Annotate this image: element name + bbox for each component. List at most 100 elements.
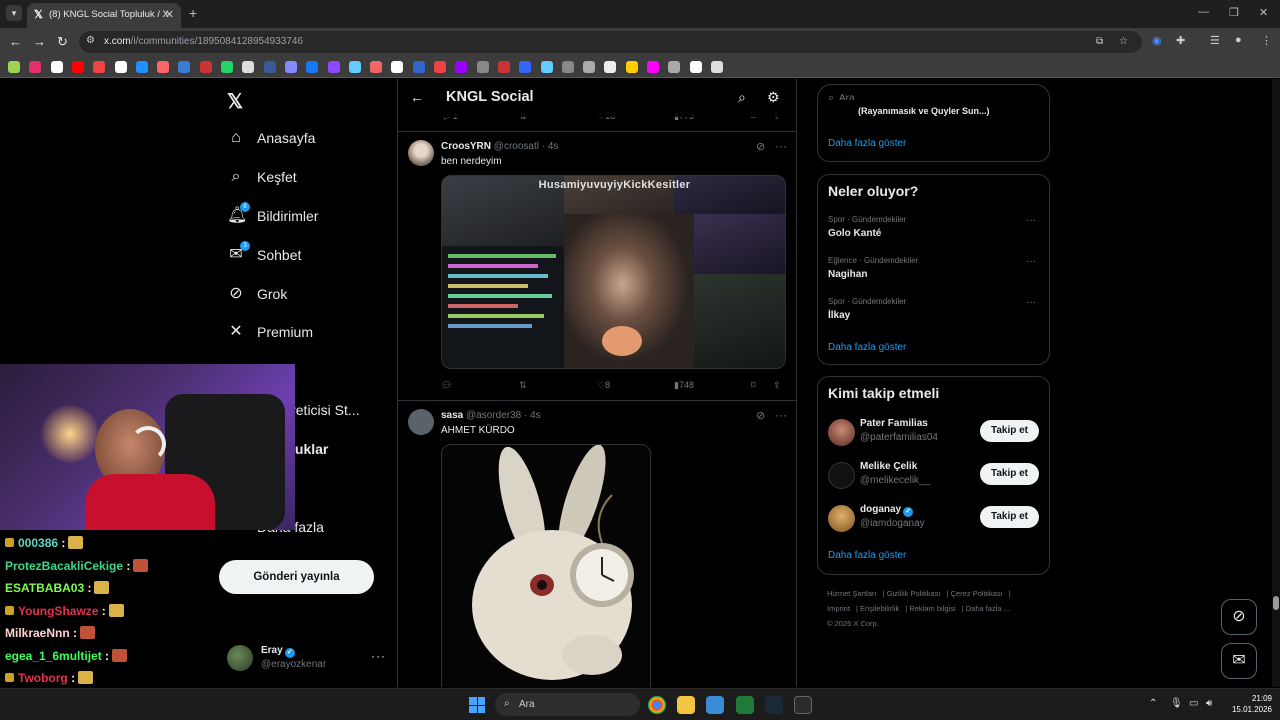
nav-item-messages[interactable]: ✉ 3 Sohbet xyxy=(227,241,301,267)
chrome-icon[interactable] xyxy=(648,696,666,714)
browser-menu-icon[interactable]: ⋮ xyxy=(1261,34,1272,47)
bookmark-favicon-icon[interactable] xyxy=(497,61,510,73)
trend-name[interactable]: Golo Kanté xyxy=(828,228,881,239)
bookmark-star-icon[interactable]: ☆ xyxy=(1119,36,1128,47)
trend-category[interactable]: Spor · Gündemdekiler xyxy=(828,297,906,306)
reply-icon[interactable]: 💬︎ xyxy=(441,380,452,391)
suggested-user-name[interactable]: Melike Çelik xyxy=(860,461,917,472)
page-scrollbar[interactable] xyxy=(1272,79,1280,687)
bookmark-favicon-icon[interactable] xyxy=(625,61,638,73)
bookmark-favicon-icon[interactable] xyxy=(391,61,404,73)
bookmark-favicon-icon[interactable] xyxy=(221,61,233,73)
back-arrow-icon[interactable]: ← xyxy=(9,34,22,49)
avatar[interactable] xyxy=(408,140,434,166)
tab-close-icon[interactable]: ✕ xyxy=(165,8,174,21)
avatar[interactable] xyxy=(828,505,855,532)
bookmark-favicon-icon[interactable] xyxy=(8,61,20,73)
follow-button[interactable]: Takip et xyxy=(980,420,1039,442)
tweet[interactable]: sasa @asorder38 · 4s ⊘ ··· AHMET KÜRDO xyxy=(398,408,796,687)
nav-item-explore[interactable]: ⌕ Keşfet xyxy=(227,165,297,189)
tray-chevron-icon[interactable]: ⌃ xyxy=(1149,698,1157,709)
grok-explain-icon[interactable]: ⊘ xyxy=(756,140,765,153)
show-more-link[interactable]: Daha fazla göster xyxy=(828,550,906,561)
network-icon[interactable]: ▭ xyxy=(1189,698,1198,709)
grok-explain-icon[interactable]: ⊘ xyxy=(756,409,765,422)
bookmark-favicon-icon[interactable] xyxy=(178,61,191,73)
forward-arrow-icon[interactable]: → xyxy=(33,34,46,49)
more-dots-icon[interactable]: ··· xyxy=(371,649,386,663)
footer-link-privacy[interactable]: Gizlilik Politikası xyxy=(887,589,941,598)
minimize-icon[interactable]: — xyxy=(1198,6,1209,18)
bookmark-favicon-icon[interactable] xyxy=(370,61,383,73)
restore-icon[interactable]: ❐ xyxy=(1229,6,1239,19)
bookmark-favicon-icon[interactable] xyxy=(348,61,361,73)
grok-float-icon[interactable]: ⊘ xyxy=(1221,599,1257,635)
url-text[interactable]: x.com/i/communities/1895084128954933746 xyxy=(104,36,303,47)
photos-icon[interactable] xyxy=(706,696,724,714)
new-tab-button[interactable]: + xyxy=(189,5,197,21)
site-info-icon[interactable]: ⚙ xyxy=(86,35,95,46)
close-window-icon[interactable]: ✕ xyxy=(1259,6,1268,19)
more-dots-icon[interactable]: ··· xyxy=(1026,215,1036,226)
footer-link-accessibility[interactable]: Erişilebilirlik xyxy=(860,604,899,613)
tweet-time[interactable]: 4s xyxy=(530,410,541,421)
bookmark-favicon-icon[interactable] xyxy=(50,61,63,73)
bookmark-favicon-icon[interactable] xyxy=(540,61,553,73)
file-explorer-icon[interactable] xyxy=(677,696,695,714)
nav-item-grok[interactable]: ⊘ Grok xyxy=(227,282,287,306)
more-dots-icon[interactable]: ··· xyxy=(1026,297,1036,308)
messages-float-icon[interactable]: ✉ xyxy=(1221,643,1257,679)
tweet-time[interactable]: 4s xyxy=(548,141,559,152)
avatar[interactable] xyxy=(828,419,855,446)
follow-button[interactable]: Takip et xyxy=(980,463,1039,485)
suggested-user-name[interactable]: Pater Familias xyxy=(860,418,928,429)
bookmark-favicon-icon[interactable] xyxy=(114,61,127,73)
x-logo-icon[interactable]: 𝕏 xyxy=(227,89,243,114)
browser-tab-active[interactable]: 𝕏 (8) KNGL Social Topluluk / X ✕ xyxy=(27,3,181,28)
bookmark-favicon-icon[interactable] xyxy=(434,61,446,73)
tweet-author-name[interactable]: sasa xyxy=(441,410,463,421)
taskbar-search[interactable]: ⌕ Ara xyxy=(495,693,640,716)
more-dots-icon[interactable]: ··· xyxy=(1026,256,1036,267)
tweet-image[interactable] xyxy=(441,444,651,687)
volume-icon[interactable]: 🔊︎ xyxy=(1206,698,1212,709)
reload-icon[interactable]: ↻ xyxy=(57,34,68,50)
follow-button[interactable]: Takip et xyxy=(980,506,1039,528)
obs-icon[interactable] xyxy=(794,696,812,714)
bookmark-favicon-icon[interactable] xyxy=(412,61,425,73)
bookmark-favicon-icon[interactable] xyxy=(604,61,617,73)
tab-search-menu-button[interactable]: ▾ xyxy=(6,5,22,21)
bookmark-favicon-icon[interactable] xyxy=(284,61,297,73)
windows-start-icon[interactable] xyxy=(469,697,485,713)
bookmark-favicon-icon[interactable] xyxy=(93,61,106,73)
post-button[interactable]: Gönderi yayınla xyxy=(219,560,374,594)
bookmark-favicon-icon[interactable] xyxy=(29,61,42,73)
bookmark-favicon-icon[interactable] xyxy=(668,61,681,73)
nav-item-home[interactable]: ⌂ Anasayfa xyxy=(227,126,315,150)
show-more-link[interactable]: Daha fazla göster xyxy=(828,138,906,149)
bookmark-favicon-icon[interactable] xyxy=(710,61,723,73)
vpn-extension-icon[interactable]: ◉ xyxy=(1152,34,1162,47)
bookmark-favicon-icon[interactable] xyxy=(455,61,468,73)
avatar[interactable] xyxy=(828,462,855,489)
footer-link-imprint[interactable]: Imprint xyxy=(827,604,850,613)
nav-item-communities[interactable]: luklar xyxy=(291,437,328,461)
reading-list-icon[interactable]: ☰ xyxy=(1210,34,1220,47)
footer-link-ads[interactable]: Reklam bilgisi xyxy=(909,604,955,613)
install-app-icon[interactable]: ⧉ xyxy=(1096,36,1103,47)
search-icon[interactable]: ⌕ xyxy=(738,89,746,106)
suggested-user-handle[interactable]: @iamdoganay xyxy=(860,518,925,529)
trend-category[interactable]: Spor · Gündemdekiler xyxy=(828,215,906,224)
views-icon[interactable]: ▮ 748 xyxy=(674,380,694,391)
tweet-handle[interactable]: @asorder38 xyxy=(466,410,521,421)
suggested-user-name[interactable]: doganay ✓ xyxy=(860,504,914,517)
like-icon[interactable]: ♡ 8 xyxy=(597,380,610,391)
avatar[interactable] xyxy=(408,409,434,435)
game-app-icon[interactable] xyxy=(736,696,754,714)
settings-gear-icon[interactable]: ⚙ xyxy=(767,89,780,106)
bookmark-favicon-icon[interactable] xyxy=(476,61,489,73)
back-arrow-icon[interactable]: ← xyxy=(410,89,424,105)
extensions-puzzle-icon[interactable]: ✚ xyxy=(1176,34,1185,47)
bookmark-favicon-icon[interactable] xyxy=(157,61,170,73)
bookmark-favicon-icon[interactable] xyxy=(561,61,574,73)
